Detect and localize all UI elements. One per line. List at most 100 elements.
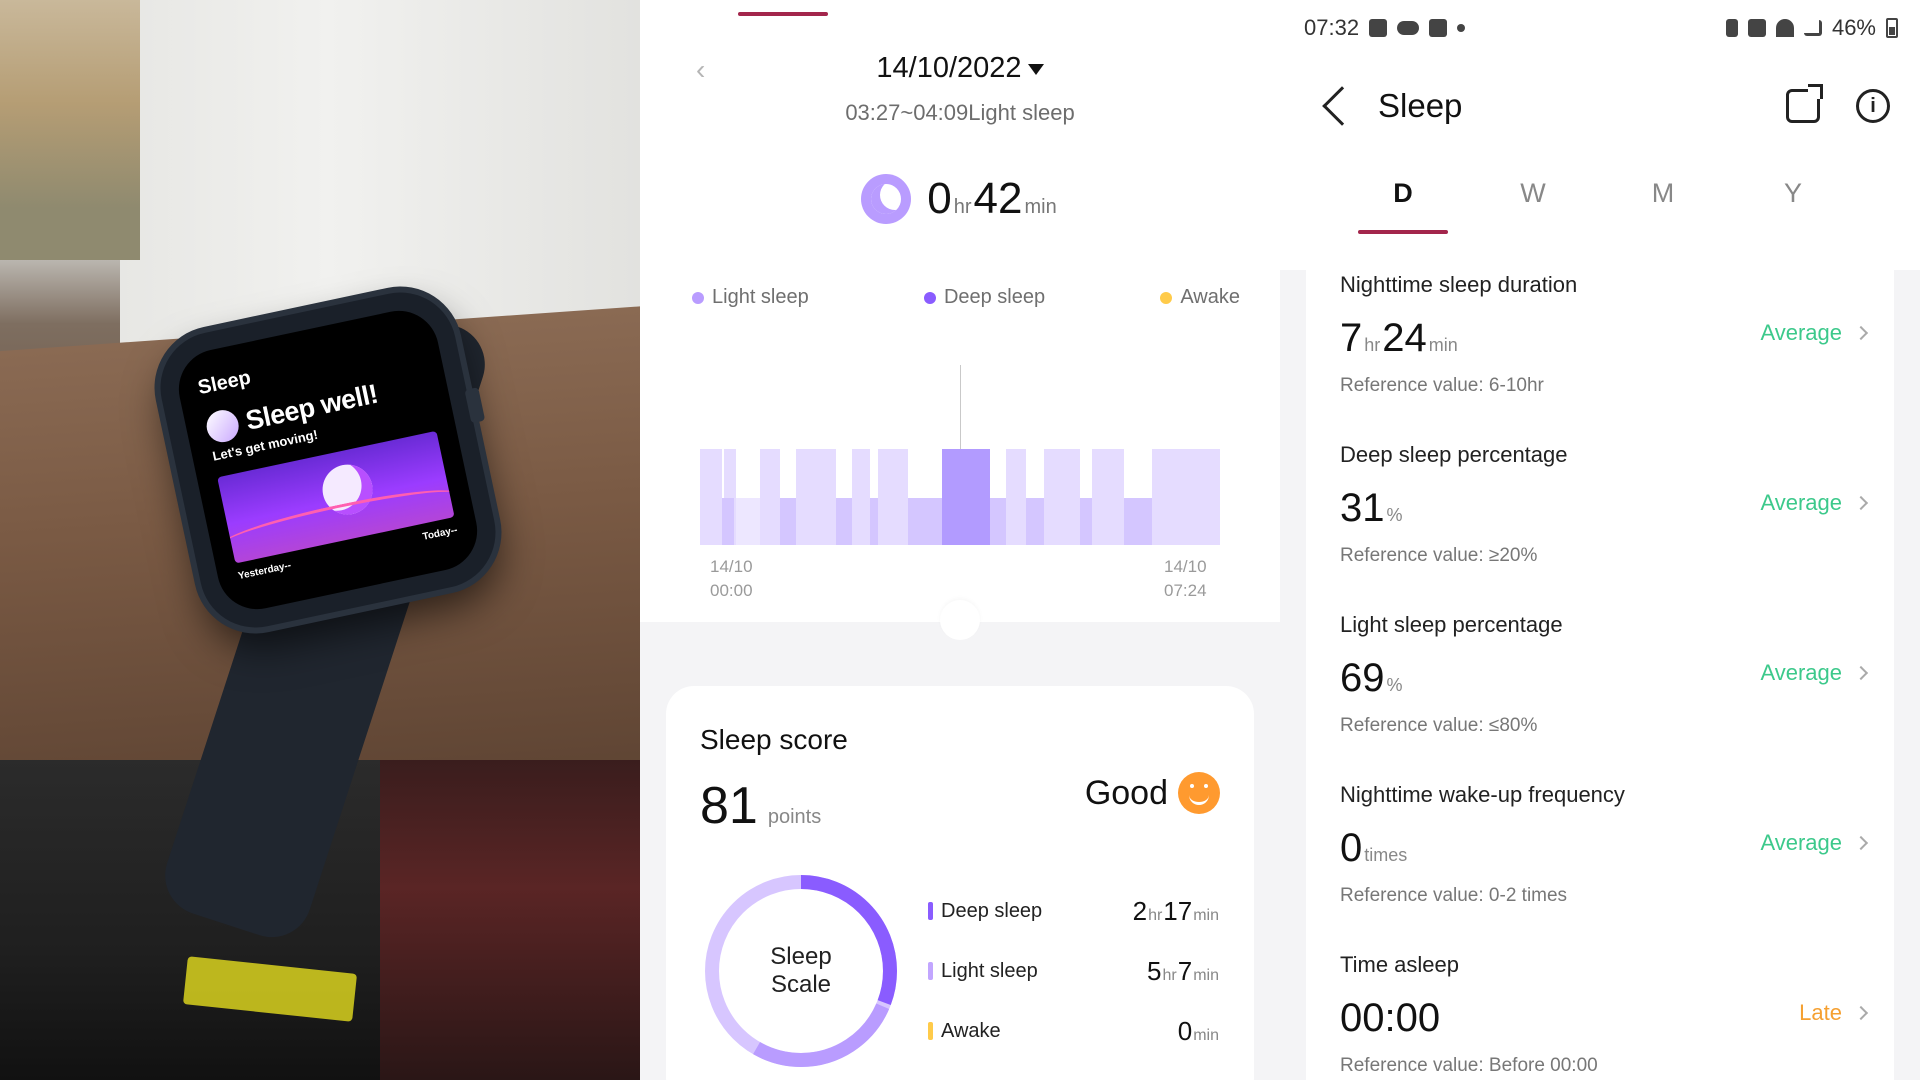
chevron-right-icon	[1853, 495, 1869, 511]
chevron-right-icon	[1853, 835, 1869, 851]
selected-segment-range: 03:27~04:09Light sleep	[845, 100, 1075, 125]
light-sleep-block	[700, 449, 722, 545]
segment-duration: 0 hr 42 min	[640, 174, 1280, 224]
signal-icon	[1803, 20, 1822, 36]
tab-month[interactable]: M	[1618, 178, 1708, 234]
metric-reference: Reference value: ≥20%	[1340, 545, 1538, 566]
score-unit: points	[767, 806, 822, 828]
watch-screen: Sleep Sleep well! Let's get moving! Yest…	[171, 303, 485, 617]
breakdown-label: Deep sleep	[941, 899, 1043, 922]
caret-down-icon	[1027, 63, 1044, 75]
wifi-icon	[1775, 19, 1794, 37]
metric-nighttime-sleep-duration[interactable]: Nighttime sleep duration 7 hr 24 min Refere…	[1306, 270, 1894, 440]
breakdown-hours-unit: hr	[1162, 967, 1177, 984]
metric-wake-up-frequency[interactable]: Nighttime wake-up frequency 0 times Refer…	[1306, 780, 1894, 950]
duration-minutes: 42	[973, 174, 1023, 223]
metric-status[interactable]: Average	[1760, 830, 1869, 856]
metric-unit: hr	[1364, 335, 1381, 355]
watch-left-label: Yesterday--	[237, 560, 293, 583]
duration-hours-unit: hr	[953, 196, 972, 218]
axis-end-time: 07:24	[1164, 581, 1207, 600]
metric-light-sleep-percentage[interactable]: Light sleep percentage 69% Reference val…	[1306, 610, 1894, 780]
date-picker[interactable]: 14/10/2022	[640, 52, 1280, 85]
breakdown-hours: 2	[1132, 896, 1148, 926]
sleep-stage-chart[interactable]: 14/10 00:00 14/10 07:24	[700, 355, 1230, 600]
deep-sleep-block	[908, 498, 942, 545]
metric-value-2: 24	[1382, 316, 1427, 360]
bluetooth-icon	[1725, 19, 1738, 37]
metric-status-label: Average	[1760, 490, 1842, 515]
light-sleep-block	[878, 449, 908, 545]
metric-time-asleep[interactable]: Time asleep 00:00 Reference value: Befor…	[1306, 950, 1894, 1080]
chart-drag-handle[interactable]	[940, 600, 980, 640]
donut-label-line-1: Sleep	[770, 943, 832, 970]
photo-background-window	[0, 0, 140, 260]
color-bar	[928, 902, 933, 920]
photo-red-object	[380, 760, 640, 1080]
breakdown-row-awake: Awake 0min	[928, 1016, 1220, 1076]
selected-light-sleep-block[interactable]	[942, 449, 990, 545]
metric-value: 69	[1340, 656, 1385, 700]
legend-awake: Awake	[1160, 286, 1240, 309]
score-rating: Good	[1085, 772, 1220, 814]
deep-sleep-block	[1080, 498, 1092, 545]
metric-reference: Reference value: ≤80%	[1340, 715, 1538, 736]
axis-end: 14/10 07:24	[1164, 555, 1207, 603]
sleep-score-card[interactable]: Sleep score 81 points Good Sleep Scale D…	[666, 686, 1254, 1080]
breakdown-minutes-unit: min	[1193, 1027, 1219, 1044]
instagram-icon	[1429, 19, 1448, 37]
sleep-score-title: Sleep score	[700, 724, 848, 755]
watch-photo: Sleep Sleep well! Let's get moving! Yest…	[0, 0, 640, 1080]
metric-status[interactable]: Average	[1760, 660, 1869, 686]
axis-end-date: 14/10	[1164, 557, 1207, 576]
chart-legend: Light sleep Deep sleep Awake	[692, 286, 1240, 309]
metric-status[interactable]: Late	[1799, 1000, 1869, 1026]
metric-title: Nighttime wake-up frequency	[1340, 782, 1625, 807]
metric-deep-sleep-percentage[interactable]: Deep sleep percentage 31% Reference valu…	[1306, 440, 1894, 610]
chevron-right-icon	[1853, 665, 1869, 681]
axis-start: 14/10 00:00	[710, 555, 753, 603]
breakdown-row-light-sleep: Light sleep 5hr7min	[928, 956, 1220, 1016]
metric-value: 0	[1340, 826, 1363, 870]
score-rating-label: Good	[1084, 773, 1168, 812]
metric-status[interactable]: Average	[1760, 490, 1869, 516]
tab-week[interactable]: W	[1488, 178, 1578, 234]
metric-unit: %	[1386, 505, 1403, 525]
breakdown-minutes-unit: min	[1193, 967, 1219, 984]
tab-day[interactable]: D	[1358, 178, 1448, 234]
metric-status[interactable]: Average	[1760, 320, 1869, 346]
sleep-summary-panel: 07:32 46% Sleep i D W M Y Nighttime slee…	[1280, 0, 1920, 1080]
sleep-metrics-list: Nighttime sleep duration 7 hr 24 min Refere…	[1306, 270, 1894, 1080]
light-sleep-block	[1006, 449, 1026, 545]
axis-start-date: 14/10	[710, 557, 753, 576]
top-tab-indicator	[738, 12, 828, 16]
legend-light-sleep: Light sleep	[692, 286, 809, 309]
legend-label: Light sleep	[712, 286, 809, 308]
info-icon[interactable]: i	[1856, 89, 1890, 123]
sleep-breakdown: Deep sleep 2hr17min Light sleep 5hr7min …	[928, 896, 1220, 1076]
mute-icon	[1747, 19, 1766, 37]
breakdown-label: Awake	[941, 1019, 1001, 1042]
tab-year[interactable]: Y	[1748, 178, 1838, 234]
status-bar: 07:32 46%	[1304, 14, 1898, 42]
breakdown-hours: 5	[1147, 956, 1162, 986]
metric-value: 31	[1340, 486, 1385, 530]
sleep-score-value: 81 points	[700, 776, 823, 836]
donut-center-label: Sleep Scale	[700, 870, 902, 1072]
color-bar	[928, 1022, 933, 1040]
legend-dot	[692, 291, 704, 304]
deep-sleep-block	[722, 498, 734, 545]
light-sleep-block	[760, 449, 780, 545]
metric-status-label: Late	[1799, 1000, 1842, 1025]
metric-unit: times	[1364, 845, 1408, 865]
breakdown-hours-unit: hr	[1148, 907, 1163, 924]
battery-icon	[1886, 18, 1898, 38]
deep-sleep-block	[1026, 498, 1044, 545]
legend-deep-sleep: Deep sleep	[923, 286, 1045, 309]
share-icon[interactable]	[1786, 84, 1823, 123]
deep-sleep-block	[990, 498, 1006, 545]
back-arrow-icon[interactable]	[1322, 86, 1362, 126]
moon-icon	[203, 407, 242, 446]
metric-unit-2: min	[1428, 335, 1458, 355]
breakdown-label: Light sleep	[941, 959, 1038, 982]
